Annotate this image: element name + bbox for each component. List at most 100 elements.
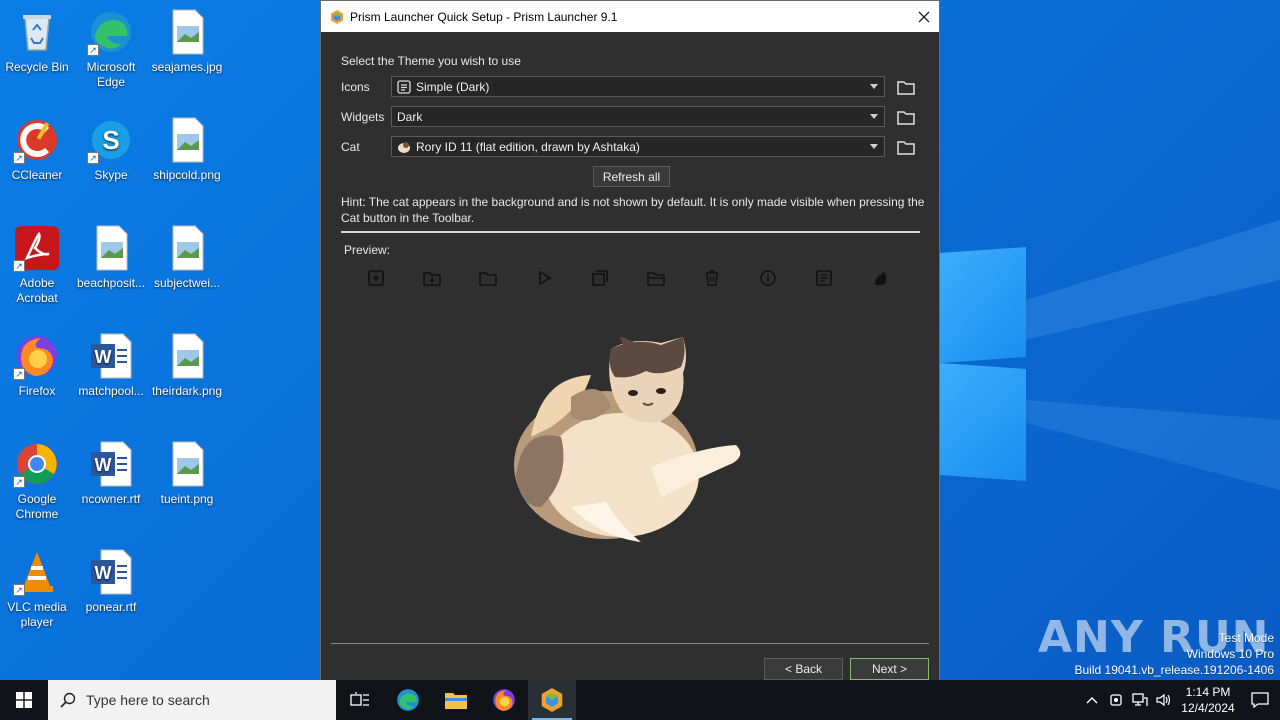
chevron-down-icon [870,84,878,89]
shortcut-arrow-icon: ↗ [87,152,99,164]
taskbar-file-explorer[interactable] [432,680,480,720]
cat-icon [875,271,886,285]
copy-icon [592,270,608,286]
desktop-icon-shipcold[interactable]: shipcold.png [150,116,224,183]
desktop-icon-ccleaner[interactable]: ↗ CCleaner [0,116,74,183]
news-icon [816,270,832,286]
desktop-icon-label: beachposit... [76,276,146,290]
next-button[interactable]: Next > [850,658,929,680]
acrobat-icon: ↗ [13,224,61,272]
image-file-icon [163,224,211,272]
svg-text:W: W [95,563,112,583]
network-button[interactable] [1128,680,1152,720]
open-widgets-folder-icon[interactable] [897,109,915,125]
edge-icon: ↗ [87,8,135,56]
chevron-up-icon [1086,697,1098,704]
start-button[interactable] [0,680,48,720]
delete-icon [706,270,718,286]
desktop-icon-label: Skype [94,168,128,182]
about-icon [760,270,776,286]
svg-text:W: W [95,455,112,475]
cat-label: Cat [341,140,360,154]
dialog-title: Prism Launcher Quick Setup - Prism Launc… [350,9,618,24]
desktop-icon-label: Adobe Acrobat [16,276,58,305]
taskbar-prism-launcher[interactable] [528,680,576,720]
desktop-icon-label: shipcold.png [153,168,221,182]
shortcut-arrow-icon: ↗ [13,152,25,164]
taskbar-clock[interactable]: 1:14 PM 12/4/2024 [1176,684,1240,716]
edge-icon [397,689,419,711]
word-document-icon: W [87,332,135,380]
notification-icon [1251,692,1269,708]
windows-start-icon [16,692,32,708]
svg-text:W: W [95,347,112,367]
tray-app-button[interactable] [1104,680,1128,720]
desktop-icon-chrome[interactable]: ↗ Google Chrome [0,440,74,522]
desktop-icon-label: theirdark.png [151,384,223,398]
desktop-icon-recycle-bin[interactable]: Recycle Bin [0,8,74,75]
cat-value: Rory ID 11 (flat edition, drawn by Ashta… [416,139,640,154]
desktop-icon-label: ncowner.rtf [81,492,141,506]
desktop-icon-label: tueint.png [160,492,214,506]
desktop-icon-edge[interactable]: ↗ Microsoft Edge [74,8,148,90]
desktop-icon-ponear[interactable]: W ponear.rtf [74,548,148,615]
image-file-icon [163,440,211,488]
widgets-theme-select[interactable]: Dark [391,106,885,127]
desktop-icon-label: CCleaner [11,168,63,182]
desktop-icon-vlc[interactable]: ↗ VLC media player [0,548,74,630]
image-file-icon [163,116,211,164]
launch-icon [539,270,552,286]
desktop-icon-subjectwei[interactable]: subjectwei... [150,224,224,291]
open-cat-folder-icon[interactable] [897,139,915,155]
taskbar-edge[interactable] [384,680,432,720]
desktop-icon-label: matchpool... [78,384,144,398]
skype-icon: S ↗ [87,116,135,164]
desktop-icon-matchpool[interactable]: W matchpool... [74,332,148,399]
open-icons-folder-icon[interactable] [897,79,915,95]
search-placeholder: Type here to search [86,692,210,708]
folder-icon [479,272,497,286]
back-button[interactable]: < Back [764,658,843,680]
desktop-icon-label: subjectwei... [153,276,221,290]
desktop-icon-label: seajames.jpg [151,60,223,74]
close-button[interactable] [909,2,939,32]
desktop-icon-beachposit[interactable]: beachposit... [74,224,148,291]
icons-label: Icons [341,80,370,94]
firefox-icon: ↗ [13,332,61,380]
windows-test-mode-watermark: Test Mode Windows 10 Pro Build 19041.vb_… [1075,630,1275,678]
recycle-bin-icon [13,8,61,56]
search-icon [60,692,76,708]
desktop-icon-acrobat[interactable]: ↗ Adobe Acrobat [0,224,74,306]
close-icon [918,11,930,22]
task-view-button[interactable] [336,680,384,720]
desktop-icon-firefox[interactable]: ↗ Firefox [0,332,74,399]
desktop-icon-skype[interactable]: S ↗ Skype [74,116,148,183]
dialog-titlebar[interactable]: Prism Launcher Quick Setup - Prism Launc… [321,1,939,32]
icons-theme-select[interactable]: Simple (Dark) [391,76,885,97]
desktop-icon-tueint[interactable]: tueint.png [150,440,224,507]
show-hidden-icons-button[interactable] [1080,680,1104,720]
watermark-line: Windows 10 Pro [1186,647,1274,661]
clock-date: 12/4/2024 [1181,701,1235,715]
cat-hint-text: Hint: The cat appears in the background … [341,195,925,225]
hint-separator [341,231,920,233]
desktop-icon-seajames[interactable]: seajames.jpg [150,8,224,75]
desktop-icon-theirdark[interactable]: theirdark.png [150,332,224,399]
cat-illustration [514,337,741,542]
speaker-icon [1156,693,1171,707]
vlc-icon: ↗ [13,548,61,596]
firefox-icon [493,689,515,711]
volume-button[interactable] [1152,680,1176,720]
footer-separator [331,643,929,644]
taskbar-search-box[interactable]: Type here to search [48,680,336,720]
taskbar-firefox[interactable] [480,680,528,720]
cat-select[interactable]: Rory ID 11 (flat edition, drawn by Ashta… [391,136,885,157]
desktop-icon-label: Microsoft Edge [86,60,136,89]
prism-launcher-icon [331,9,343,24]
word-document-icon: W [87,440,135,488]
refresh-all-button[interactable]: Refresh all [593,166,670,187]
widgets-label: Widgets [341,110,385,124]
action-center-button[interactable] [1240,680,1280,720]
instance-folder-icon [647,272,665,286]
desktop-icon-ncowner[interactable]: W ncowner.rtf [74,440,148,507]
